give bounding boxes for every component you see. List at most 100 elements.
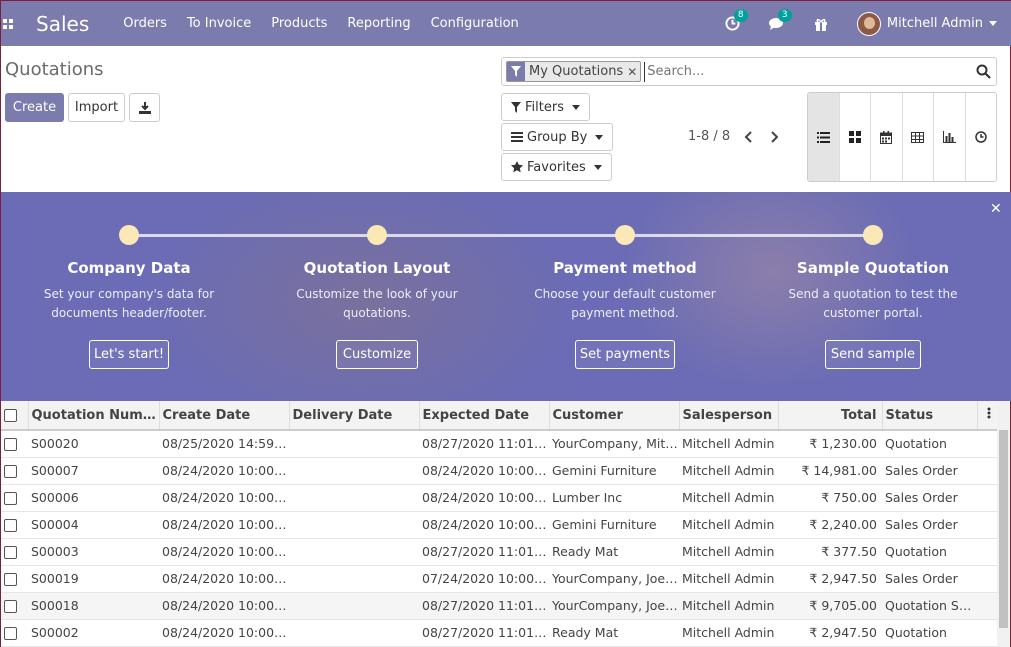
groupby-button[interactable]: Group By: [501, 123, 614, 151]
kanban-view-icon[interactable]: [840, 93, 871, 181]
step-sample-quotation: Sample Quotation Send a quotation to tes…: [763, 259, 983, 323]
menu-products[interactable]: Products: [271, 16, 327, 31]
calendar-view-icon[interactable]: [871, 93, 903, 181]
create-button[interactable]: Create: [5, 93, 64, 122]
column-salesperson[interactable]: Salesperson: [679, 401, 779, 431]
cell-quotation-number: S00020: [28, 430, 159, 458]
send-sample-button[interactable]: Send sample: [825, 340, 921, 369]
cell-customer: YourCompany, Joel Willis: [549, 565, 679, 593]
column-status[interactable]: Status: [882, 401, 978, 431]
app-switcher-icon[interactable]: [1, 1, 15, 46]
cell-create-date: 08/24/2020 10:00:28: [159, 484, 289, 512]
set-payments-button[interactable]: Set payments: [575, 340, 675, 369]
column-expected-date[interactable]: Expected Date: [419, 401, 550, 431]
menu-to-invoice[interactable]: To Invoice: [187, 16, 251, 31]
quotations-table: Quotation Number Create Date Delivery Da…: [1, 401, 998, 647]
table-row[interactable]: S00020 08/25/2020 14:59:41 08/27/2020 11:0…: [1, 430, 997, 458]
graph-view-icon[interactable]: [934, 93, 966, 181]
cell-status: Sales Order: [882, 565, 977, 593]
row-checkbox[interactable]: [1, 565, 28, 593]
column-customer[interactable]: Customer: [549, 401, 680, 431]
gift-icon[interactable]: [813, 16, 829, 32]
table-row[interactable]: S00019 08/24/2020 10:00:28 07/24/2020 10:0…: [1, 565, 997, 593]
cell-customer: Gemini Furniture: [549, 511, 679, 539]
step-title: Sample Quotation: [796, 259, 950, 277]
optional-columns-kebab-icon[interactable]: [977, 401, 998, 431]
cell-salesperson: Mitchell Admin: [679, 457, 778, 485]
step-dot-payment-method: [615, 225, 635, 245]
step-title: Company Data: [67, 259, 191, 277]
cell-status: Sales Order: [882, 457, 977, 485]
customize-button[interactable]: Customize: [336, 340, 418, 369]
cell-create-date: 08/24/2020 10:00:28: [159, 592, 289, 620]
messages-icon[interactable]: 3: [768, 8, 792, 32]
column-quotation-number[interactable]: Quotation Number: [28, 401, 160, 431]
step-title: Payment method: [553, 259, 697, 277]
step-dot-sample-quotation: [863, 225, 883, 245]
cell-customer: Gemini Furniture: [549, 457, 679, 485]
pager-next-icon[interactable]: [768, 128, 782, 146]
pager-previous-icon[interactable]: [741, 128, 755, 146]
facet-remove-icon[interactable]: ✕: [627, 65, 640, 79]
step-dot-company-data: [119, 225, 139, 245]
menu-reporting[interactable]: Reporting: [347, 16, 410, 31]
table-row[interactable]: S00018 08/24/2020 10:00:28 08/27/2020 11:0…: [1, 592, 997, 620]
search-input[interactable]: [644, 61, 970, 82]
app-name[interactable]: Sales: [36, 12, 89, 36]
row-checkbox[interactable]: [1, 457, 28, 485]
row-checkbox[interactable]: [1, 538, 28, 566]
close-banner-icon[interactable]: ✕: [990, 201, 1002, 217]
cell-total: ₹ 2,240.00: [778, 511, 882, 539]
table-row[interactable]: S00002 08/24/2020 10:00:28 08/27/2020 11:0…: [1, 619, 997, 647]
cell-expected-date: 08/27/2020 11:01:59: [419, 592, 549, 620]
activity-clock-icon[interactable]: 8: [725, 8, 748, 32]
column-total[interactable]: Total: [778, 401, 883, 431]
cell-salesperson: Mitchell Admin: [679, 619, 778, 647]
menu-configuration[interactable]: Configuration: [431, 16, 519, 31]
pager-value[interactable]: 1-8 / 8: [688, 129, 730, 144]
filters-button[interactable]: Filters: [501, 93, 590, 121]
download-button[interactable]: [129, 93, 160, 122]
import-button[interactable]: Import: [68, 93, 125, 122]
table-row[interactable]: S00006 08/24/2020 10:00:28 08/24/2020 10:0…: [1, 484, 997, 512]
row-checkbox[interactable]: [1, 511, 28, 539]
cell-create-date: 08/24/2020 10:00:28: [159, 565, 289, 593]
table-header-row: Quotation Number Create Date Delivery Da…: [1, 401, 998, 431]
top-navbar: Sales Orders To Invoice Products Reporti…: [1, 1, 1011, 46]
row-checkbox[interactable]: [1, 484, 28, 512]
cell-status: Quotation: [882, 430, 977, 458]
activity-view-icon[interactable]: [966, 93, 997, 181]
cell-delivery-date: [289, 619, 419, 647]
star-icon: [511, 161, 523, 173]
menu-orders[interactable]: Orders: [123, 16, 167, 31]
list-scrollbar[interactable]: [997, 401, 1010, 647]
cell-salesperson: Mitchell Admin: [679, 538, 778, 566]
cell-expected-date: 08/27/2020 11:01:59: [419, 430, 549, 458]
user-avatar[interactable]: [856, 11, 881, 36]
user-menu-chevron-down-icon[interactable]: [989, 21, 997, 26]
row-spacer: [977, 430, 997, 458]
cell-delivery-date: [289, 565, 419, 593]
select-all-checkbox[interactable]: [1, 401, 29, 431]
user-name[interactable]: Mitchell Admin: [887, 16, 983, 31]
favorites-button[interactable]: Favorites: [501, 153, 612, 181]
list-view-icon[interactable]: [808, 93, 840, 181]
table-row[interactable]: S00003 08/24/2020 10:00:28 08/27/2020 11:0…: [1, 538, 997, 566]
row-spacer: [977, 538, 997, 566]
download-icon: [138, 101, 151, 114]
column-delivery-date[interactable]: Delivery Date: [289, 401, 420, 431]
lets-start-button[interactable]: Let's start!: [89, 340, 169, 369]
row-checkbox[interactable]: [1, 430, 28, 458]
cell-quotation-number: S00018: [28, 592, 159, 620]
row-checkbox[interactable]: [1, 592, 28, 620]
cell-expected-date: 08/24/2020 10:00:51: [419, 457, 549, 485]
table-row[interactable]: S00007 08/24/2020 10:00:28 08/24/2020 10:0…: [1, 457, 997, 485]
cell-quotation-number: S00003: [28, 538, 159, 566]
groupby-label: Group By: [527, 129, 588, 145]
search-icon[interactable]: [970, 64, 996, 79]
row-checkbox[interactable]: [1, 619, 28, 647]
table-row[interactable]: S00004 08/24/2020 10:00:28 08/24/2020 10:0…: [1, 511, 997, 539]
favorites-label: Favorites: [527, 159, 586, 175]
column-create-date[interactable]: Create Date: [159, 401, 290, 431]
pivot-view-icon[interactable]: [903, 93, 934, 181]
